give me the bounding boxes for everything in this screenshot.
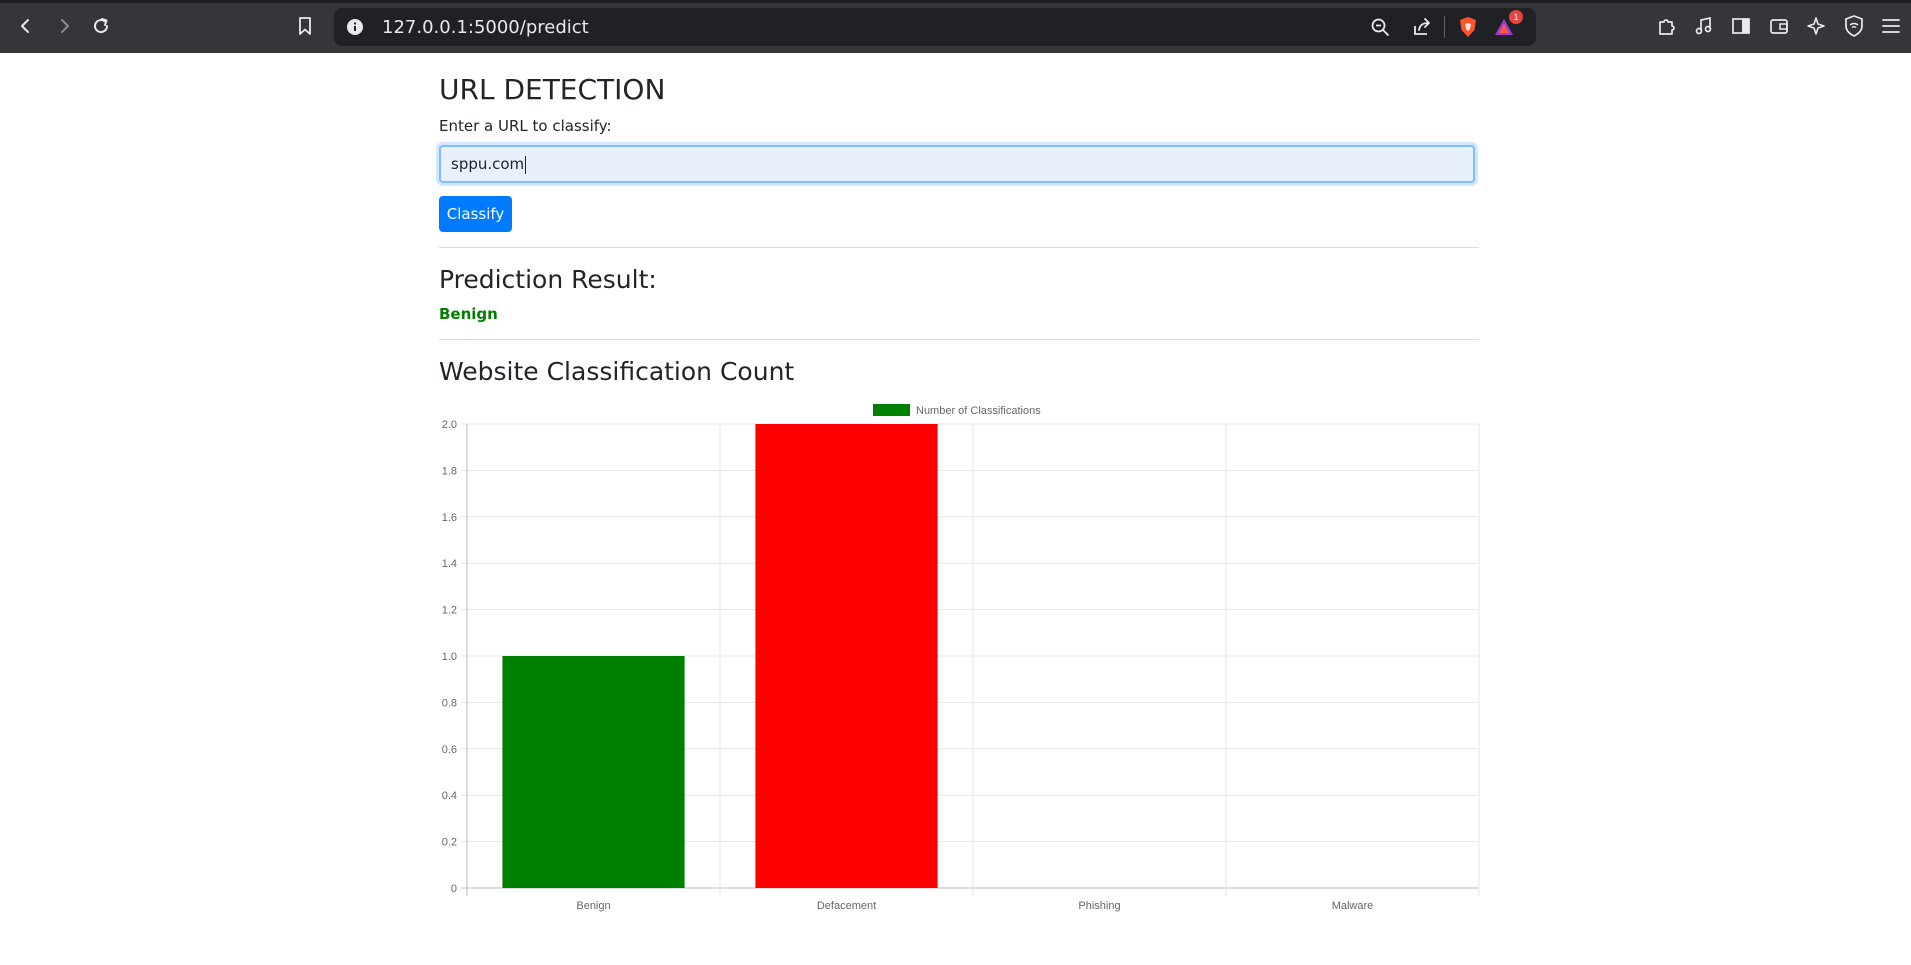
bookmark-icon[interactable] xyxy=(289,10,321,42)
page-title: URL DETECTION xyxy=(439,73,666,106)
url-text[interactable]: 127.0.0.1:5000/predict xyxy=(382,17,589,38)
legend-label: Number of Classifications xyxy=(916,405,1041,417)
y-tick-label: 0.4 xyxy=(442,790,457,802)
y-tick-label: 1.6 xyxy=(442,512,457,524)
media-icon[interactable] xyxy=(1688,10,1720,42)
omnibox-divider xyxy=(1444,16,1445,38)
sidebar-icon[interactable] xyxy=(1725,10,1757,42)
y-tick-label: 1.8 xyxy=(442,465,457,477)
classify-button[interactable]: Classify xyxy=(439,196,512,232)
y-tick-label: 0.2 xyxy=(442,837,457,849)
bar-benign xyxy=(502,656,685,888)
extensions-icon[interactable] xyxy=(1650,10,1682,42)
menu-icon[interactable] xyxy=(1875,10,1907,42)
y-tick-label: 1.0 xyxy=(442,651,457,663)
zoom-out-icon[interactable] xyxy=(1364,11,1396,43)
divider xyxy=(439,247,1479,248)
address-bar[interactable]: 127.0.0.1:5000/predict 1 xyxy=(334,8,1536,46)
y-tick-label: 1.2 xyxy=(442,605,457,617)
brave-rewards-icon[interactable]: 1 xyxy=(1488,10,1523,43)
toolbar-top-edge xyxy=(0,0,1911,3)
url-input-label: Enter a URL to classify: xyxy=(439,117,612,135)
vpn-icon[interactable] xyxy=(1838,10,1870,42)
rewards-badge: 1 xyxy=(1509,10,1523,24)
url-input-value[interactable]: sppu.com xyxy=(451,155,524,173)
y-tick-label: 0.8 xyxy=(442,697,457,709)
brave-shields-icon[interactable] xyxy=(1452,11,1484,43)
prediction-result-heading: Prediction Result: xyxy=(439,265,657,294)
divider xyxy=(439,339,1479,340)
x-tick-label: Defacement xyxy=(817,900,876,912)
y-tick-label: 1.4 xyxy=(442,558,457,570)
url-input[interactable]: sppu.com xyxy=(439,145,1475,183)
browser-toolbar: 127.0.0.1:5000/predict 1 xyxy=(0,0,1911,53)
info-icon[interactable] xyxy=(346,18,364,41)
text-caret xyxy=(525,155,527,174)
x-tick-label: Malware xyxy=(1332,900,1374,912)
y-tick-label: 0 xyxy=(451,883,457,895)
share-icon[interactable] xyxy=(1406,11,1438,43)
y-tick-label: 2.0 xyxy=(442,419,457,431)
chart-heading: Website Classification Count xyxy=(439,357,795,386)
y-tick-label: 0.6 xyxy=(442,744,457,756)
prediction-result-value: Benign xyxy=(439,305,498,323)
classification-count-chart: Number of Classifications 0 0.2 0.4 0.6 0.8 1.… xyxy=(442,404,1480,912)
forward-icon[interactable] xyxy=(48,10,80,42)
bar-defacement xyxy=(755,424,938,888)
leo-ai-icon[interactable] xyxy=(1800,10,1832,42)
x-tick-label: Benign xyxy=(576,900,610,912)
reload-icon[interactable] xyxy=(85,10,117,42)
x-tick-label: Phishing xyxy=(1078,900,1120,912)
legend-swatch xyxy=(873,404,910,416)
back-icon[interactable] xyxy=(10,10,42,42)
wallet-icon[interactable] xyxy=(1763,10,1795,42)
